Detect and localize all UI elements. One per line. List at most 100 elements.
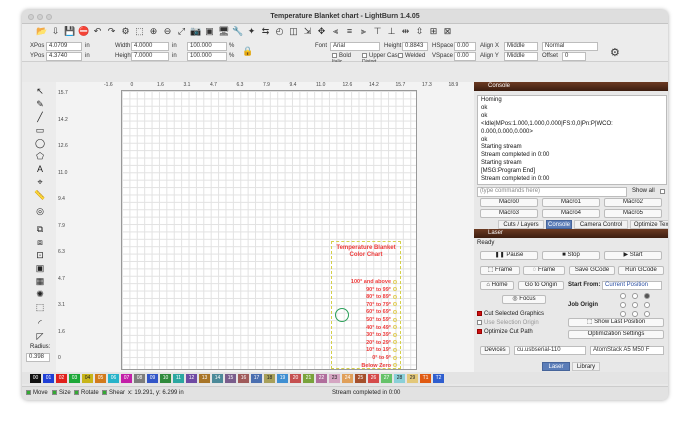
import-icon[interactable]: ⇩ — [50, 26, 61, 37]
aligny-select[interactable]: Middle — [504, 52, 538, 61]
resize-icon[interactable]: ⇲ — [302, 26, 313, 37]
machine-select[interactable]: AtomStack A5 M50 F — [590, 346, 664, 355]
devices-button[interactable]: Devices — [480, 346, 510, 355]
zoom-fit-icon[interactable]: ⤢ — [176, 26, 187, 37]
tools-icon[interactable]: 🔧 — [232, 26, 243, 37]
size-toggle[interactable]: Size — [52, 390, 71, 396]
undo-icon[interactable]: ↶ — [92, 26, 103, 37]
origin-radio-mr[interactable] — [644, 302, 650, 308]
ypos-field[interactable]: 4.3740 — [46, 52, 82, 61]
stop-icon[interactable]: ⛔ — [78, 26, 89, 37]
zoom-out-icon[interactable]: ⊖ — [162, 26, 173, 37]
pause-button[interactable]: ❚❚ Pause — [480, 251, 538, 260]
layer-color-15[interactable]: 15 — [225, 374, 236, 383]
layer-color-06[interactable]: 06 — [108, 374, 119, 383]
layer-color-11[interactable]: 11 — [173, 374, 184, 383]
box-icon[interactable]: ◫ — [288, 26, 299, 37]
tab-optimize-text[interactable]: Optimize Text — [630, 220, 668, 229]
polygon-tool-icon[interactable]: ⬠ — [34, 151, 46, 162]
frame-rect-button[interactable]: ⬚ Frame — [480, 266, 520, 275]
group-icon[interactable]: ⊞ — [428, 26, 439, 37]
align-center-icon[interactable]: ≡ — [344, 26, 355, 37]
rectangle-tool-icon[interactable]: ▭ — [34, 125, 46, 136]
layer-color-17[interactable]: 17 — [251, 374, 262, 383]
monitor-icon[interactable]: 🖥 — [218, 26, 229, 37]
save-gcode-button[interactable]: Save GCode — [569, 266, 615, 275]
layer-color-12[interactable]: 12 — [186, 374, 197, 383]
origin-radio-tc[interactable] — [632, 293, 638, 299]
move-toggle[interactable]: Move — [26, 390, 48, 396]
temperature-chart-design[interactable]: Temperature Blanket Color Chart 100° and… — [331, 241, 401, 369]
font-select[interactable]: Arial — [330, 42, 380, 51]
grid-array-icon[interactable]: ▦ — [34, 276, 46, 287]
macro-button[interactable]: Macro4 — [542, 209, 600, 218]
layer-color-04[interactable]: 04 — [82, 374, 93, 383]
lock-icon[interactable]: ⊠ — [442, 26, 453, 37]
tab-console[interactable]: Console — [546, 220, 572, 229]
layer-color-24[interactable]: 24 — [342, 374, 353, 383]
offset-icon[interactable]: ◎ — [34, 206, 46, 217]
redo-icon[interactable]: ↷ — [106, 26, 117, 37]
start-button[interactable]: ▶ Start — [604, 251, 662, 260]
show-last-position-button[interactable]: ⬚ Show Last Position — [568, 318, 664, 327]
macro-button[interactable]: Macro0 — [480, 198, 538, 207]
layer-color-05[interactable]: 05 — [95, 374, 106, 383]
optimize-cut-check[interactable]: Optimize Cut Path — [477, 329, 533, 335]
start-from-select[interactable]: Current Position — [602, 281, 662, 290]
position-laser-icon[interactable]: ⌖ — [34, 177, 46, 188]
origin-radio-tr[interactable] — [644, 293, 650, 299]
align-right-icon[interactable]: ⫸ — [358, 26, 369, 37]
zoom-in-icon[interactable]: ⊕ — [148, 26, 159, 37]
font-height-field[interactable]: 0.8843 — [402, 42, 428, 51]
layer-color-18[interactable]: 18 — [264, 374, 275, 383]
layer-color-13[interactable]: 13 — [199, 374, 210, 383]
text-tool-icon[interactable]: A — [34, 164, 46, 175]
weld-icon[interactable]: ▣ — [34, 263, 46, 274]
save-icon[interactable]: 💾 — [64, 26, 75, 37]
origin-radio-ml[interactable] — [620, 302, 626, 308]
gear-icon[interactable]: ⚙ — [610, 46, 620, 59]
origin-radio-mc[interactable] — [632, 302, 638, 308]
folder-open-icon[interactable]: 📂 — [36, 26, 47, 37]
radius-field[interactable]: 0.398 — [26, 353, 50, 362]
tab-camera-control[interactable]: Camera Control — [574, 220, 628, 229]
use-selection-origin-check[interactable]: Use Selection Origin — [477, 320, 539, 326]
origin-radio-tl[interactable] — [620, 293, 626, 299]
offset-field[interactable]: 0 — [562, 52, 586, 61]
layer-color-07[interactable]: 07 — [121, 374, 132, 383]
measure-tool-icon[interactable]: 📏 — [34, 190, 46, 201]
work-bed-grid[interactable]: Temperature Blanket Color Chart 100° and… — [121, 90, 417, 370]
layer-color-09[interactable]: 09 — [147, 374, 158, 383]
distribute-h-icon[interactable]: ⇹ — [400, 26, 411, 37]
stop-button[interactable]: ■ Stop — [542, 251, 600, 260]
boolean-diff-icon[interactable]: ⧈ — [34, 237, 46, 248]
layer-color-23[interactable]: 23 — [329, 374, 340, 383]
spiral-icon[interactable]: ◴ — [274, 26, 285, 37]
break-apart-icon[interactable]: ⬚ — [34, 302, 46, 313]
cut-selected-check[interactable]: Cut Selected Graphics — [477, 311, 544, 317]
shear-toggle[interactable]: Shear — [102, 390, 125, 396]
frame-icon[interactable]: ▣ — [204, 26, 215, 37]
layer-color-20[interactable]: 20 — [290, 374, 301, 383]
macro-button[interactable]: Macro1 — [542, 198, 600, 207]
command-input[interactable]: (type commands here) — [477, 187, 627, 197]
line-tool-icon[interactable]: ╱ — [34, 112, 46, 123]
corner-chamfer-icon[interactable]: ◸ — [34, 331, 46, 342]
edit-nodes-icon[interactable]: ✎ — [34, 99, 46, 110]
layer-color-22[interactable]: 22 — [316, 374, 327, 383]
optimization-settings-button[interactable]: Optimization Settings — [568, 330, 664, 339]
layer-color-10[interactable]: 10 — [160, 374, 171, 383]
xpos-field[interactable]: 4.0709 — [46, 42, 82, 51]
layer-color-T1[interactable]: T1 — [420, 374, 431, 383]
frame-circle-button[interactable]: ◌ Frame — [523, 266, 565, 275]
layer-color-27[interactable]: 27 — [381, 374, 392, 383]
align-bottom-icon[interactable]: ⊥ — [386, 26, 397, 37]
layer-color-25[interactable]: 25 — [355, 374, 366, 383]
layer-color-01[interactable]: 01 — [43, 374, 54, 383]
macro-button[interactable]: Macro5 — [604, 209, 662, 218]
lock-ratio-icon[interactable]: 🔒 — [242, 46, 253, 57]
height-field[interactable]: 7.0000 — [131, 52, 169, 61]
layer-color-29[interactable]: 29 — [407, 374, 418, 383]
macro-button[interactable]: Macro2 — [604, 198, 662, 207]
alignx-select[interactable]: Middle — [504, 42, 538, 51]
